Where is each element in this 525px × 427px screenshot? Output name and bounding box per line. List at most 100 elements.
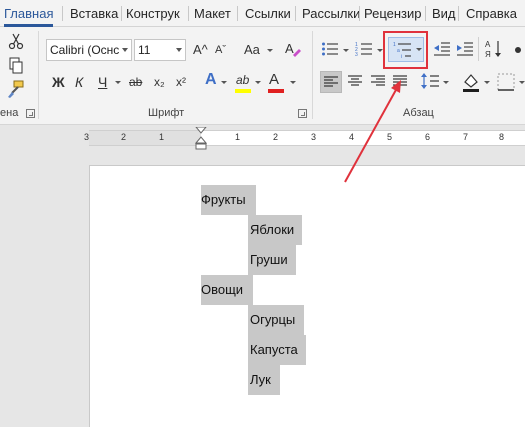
document-page[interactable]: Фрукты Яблоки Груши Овощи Огурцы Капуста… [89, 165, 525, 427]
ruler-number: 2 [121, 132, 127, 142]
ruler-number: 6 [425, 132, 431, 142]
chevron-down-icon [267, 49, 273, 52]
increase-indent-icon[interactable] [456, 41, 474, 57]
multilevel-list-button[interactable]: 1 a i [388, 37, 424, 62]
chevron-down-icon [122, 48, 128, 52]
shading-icon[interactable] [462, 72, 480, 92]
list-item-level1[interactable]: Овощи [201, 275, 253, 305]
svg-text:А: А [485, 40, 491, 49]
justify-icon[interactable] [392, 74, 408, 88]
chevron-down-icon [484, 81, 490, 84]
tab-design[interactable]: Конструк [126, 5, 180, 27]
chevron-down-icon [416, 48, 422, 51]
font-dialog-launcher[interactable] [298, 109, 307, 118]
ruler-number: 3 [84, 132, 90, 142]
grow-font-button[interactable]: A^ [193, 41, 208, 59]
font-size-combo[interactable]: 11 [134, 39, 186, 61]
svg-text:3: 3 [355, 52, 358, 57]
align-center-icon[interactable] [347, 74, 363, 88]
ribbon-tab-bar: Главная Вставка Конструк Макет Ссылки Ра… [0, 0, 525, 27]
ruler-number: 5 [387, 132, 393, 142]
sort-icon[interactable]: А Я [485, 39, 503, 59]
horizontal-ruler[interactable]: 3 2 1 1 2 3 4 5 6 7 8 [84, 127, 525, 150]
chevron-down-icon [290, 81, 296, 84]
ruler-number: 7 [463, 132, 469, 142]
group-separator [38, 31, 39, 119]
word-window: Главная Вставка Конструк Макет Ссылки Ра… [0, 0, 525, 427]
tab-separator [295, 6, 296, 21]
align-right-icon[interactable] [370, 74, 386, 88]
ruler-number: 1 [235, 132, 241, 142]
underline-button[interactable]: Ч [98, 73, 107, 91]
ruler-area: 3 2 1 1 2 3 4 5 6 7 8 [0, 126, 525, 150]
ruler-number: 4 [349, 132, 355, 142]
superscript-button[interactable]: x² [176, 73, 186, 91]
list-item-level2[interactable]: Огурцы [248, 305, 304, 335]
separator [478, 37, 479, 61]
shrink-font-button[interactable]: Aˇ [215, 41, 226, 59]
decrease-indent-icon[interactable] [433, 41, 451, 57]
tab-view[interactable]: Вид [432, 5, 456, 27]
bullets-icon[interactable] [321, 41, 339, 57]
tab-insert[interactable]: Вставка [70, 5, 118, 27]
chevron-down-icon [115, 81, 121, 84]
list-item-level2[interactable]: Капуста [248, 335, 306, 365]
bold-button[interactable]: Ж [52, 73, 65, 91]
strikethrough-button[interactable]: ab [129, 73, 142, 91]
indent-marker-icon[interactable] [195, 127, 207, 151]
tab-review[interactable]: Рецензир [364, 5, 422, 27]
tab-separator [458, 6, 459, 21]
font-size-value: 11 [138, 43, 151, 57]
numbering-icon[interactable]: 1 2 3 [355, 41, 373, 57]
clipboard-dialog-launcher[interactable] [26, 109, 35, 118]
align-left-button[interactable] [320, 71, 342, 93]
show-formatting-marks-icon[interactable] [511, 43, 525, 57]
borders-icon[interactable] [497, 73, 515, 91]
tab-layout[interactable]: Макет [194, 5, 231, 27]
tab-separator [237, 6, 238, 21]
font-color-button[interactable]: A [269, 71, 279, 89]
font-color-swatch [268, 89, 284, 93]
clipboard-group-label: ена [0, 107, 19, 119]
highlight-color-swatch [235, 89, 251, 93]
tab-separator [62, 6, 63, 21]
tab-help[interactable]: Справка [466, 5, 517, 27]
align-left-icon [324, 76, 338, 87]
paragraph-group-label: Абзац [403, 107, 434, 119]
ruler-number: 3 [311, 132, 317, 142]
list-item-level1[interactable]: Фрукты [201, 185, 256, 215]
clear-formatting-icon[interactable]: A [284, 40, 302, 58]
tab-home[interactable]: Главная [4, 5, 54, 27]
copy-icon[interactable] [8, 57, 24, 75]
tab-mailings[interactable]: Рассылки [302, 5, 360, 27]
line-spacing-icon[interactable] [420, 72, 440, 90]
svg-text:Я: Я [485, 50, 491, 59]
ruler-number: 2 [273, 132, 279, 142]
chevron-down-icon [343, 49, 349, 52]
change-case-button[interactable]: Aa [244, 41, 260, 59]
tab-separator [121, 6, 122, 21]
tab-separator [188, 6, 189, 21]
list-item-level2[interactable]: Яблоки [248, 215, 302, 245]
subscript-button[interactable]: x₂ [154, 73, 165, 91]
list-item-level2[interactable]: Лук [248, 365, 280, 395]
chevron-down-icon [221, 81, 227, 84]
ribbon: ена Calibri (Оснс 11 A^ Aˇ Aa A Ж К Ч ab… [0, 27, 525, 125]
text-effects-button[interactable]: A [205, 71, 217, 89]
ruler-number: 8 [499, 132, 505, 142]
document-area: Фрукты Яблоки Груши Овощи Огурцы Капуста… [0, 150, 525, 427]
italic-button[interactable]: К [75, 73, 83, 91]
list-item-level2[interactable]: Груши [248, 245, 296, 275]
chevron-down-icon [519, 81, 525, 84]
svg-text:a: a [397, 48, 400, 54]
highlight-button[interactable]: ab [236, 71, 249, 89]
tab-references[interactable]: Ссылки [245, 5, 291, 27]
ruler-margin-left [89, 131, 201, 145]
font-group-label: Шрифт [148, 107, 185, 119]
cut-icon[interactable] [8, 32, 24, 50]
chevron-down-icon [176, 48, 182, 52]
chevron-down-icon [255, 81, 261, 84]
font-name-combo[interactable]: Calibri (Оснс [46, 39, 132, 61]
font-name-value: Calibri (Оснс [50, 43, 120, 57]
format-painter-icon[interactable] [7, 80, 25, 98]
